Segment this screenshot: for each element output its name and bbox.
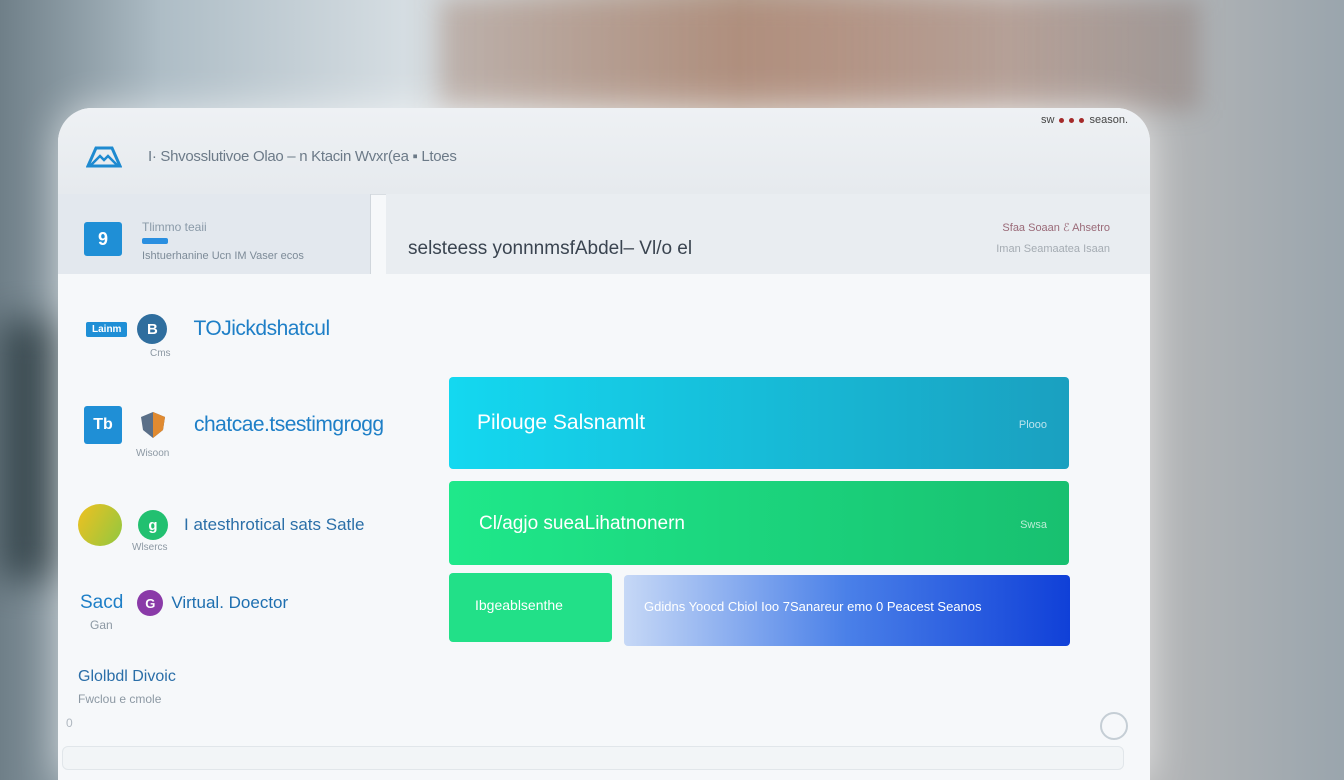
nav-item-dashboard[interactable]: Lainm B TOJickdshatcul <box>86 314 330 344</box>
footer-title[interactable]: Glolbdl Divoic <box>78 668 176 686</box>
nav-caption: Wisoon <box>136 448 170 459</box>
card-label: Pilouge Salsnamlt <box>477 411 646 434</box>
profile-tag <box>142 238 168 244</box>
title-bar: I· Shvosslutivoe Olao – n Ktacin Wvxr(ea… <box>58 108 1150 195</box>
search-icon[interactable] <box>1100 712 1128 740</box>
nav-pill: Lainm <box>86 321 128 337</box>
status-dot-icon <box>1079 117 1085 123</box>
nav-item-testing[interactable]: Tb chatcae.tsestimgrogg <box>84 406 384 444</box>
nav-caption: Cms <box>150 348 171 359</box>
search-bar[interactable]: selsteess yonnnmsfAbdel– Vl/o el Sfaa So… <box>386 194 1150 274</box>
nav-label: I atesthrotical sats Satle <box>184 515 365 534</box>
nav-caption: Wlsercs <box>132 542 168 553</box>
nav-caption: Gan <box>90 618 113 632</box>
status-text-left: sw <box>1041 114 1055 126</box>
status-area: sw season. <box>1041 114 1128 126</box>
card-wide[interactable]: Gdidns Yoocd Cbiol Ioo 7Sanareur emo 0 P… <box>624 575 1070 646</box>
nav-lead: Sacd <box>80 592 124 613</box>
nav-label: Virtual. Doector <box>171 593 289 612</box>
card-meta: Swsa <box>1020 519 1047 531</box>
app-logo-icon[interactable] <box>86 144 122 168</box>
search-meta-row: Sfaa Soaan ℰ Ahsetro <box>1002 222 1110 234</box>
status-orb-icon <box>78 504 122 546</box>
nav-badge: Tb <box>84 406 122 444</box>
search-query[interactable]: selsteess yonnnmsfAbdel– Vl/o el <box>408 238 692 260</box>
shield-icon <box>141 412 165 438</box>
nav-avatar-icon: G <box>137 590 164 616</box>
app-window: I· Shvosslutivoe Olao – n Ktacin Wvxr(ea… <box>58 108 1150 780</box>
profile-subtitle: Ishtuerhanine Ucn IM Vaser ecos <box>142 250 304 262</box>
card-primary[interactable]: Pilouge Salsnamlt Plooo <box>449 377 1069 469</box>
card-label: Gdidns Yoocd Cbiol Ioo 7Sanareur emo 0 P… <box>644 599 982 614</box>
profile-panel[interactable]: 9 Tlimmo teaii Ishtuerhanine Ucn IM Vase… <box>58 194 371 274</box>
status-dot-icon <box>1069 117 1075 123</box>
card-small[interactable]: Ibgeablsenthe <box>449 573 612 642</box>
nav-label: chatcae.tsestimgrogg <box>194 413 384 436</box>
background-glow <box>440 0 1200 110</box>
card-label: Cl/agjo sueaLihatnonern <box>479 513 685 534</box>
window-title: I· Shvosslutivoe Olao – n Ktacin Wvxr(ea… <box>148 148 457 165</box>
status-text-right: season. <box>1089 114 1128 126</box>
profile-badge: 9 <box>84 222 122 256</box>
card-meta: Plooo <box>1018 419 1047 431</box>
footer-subtitle: Fwclou e cmole <box>78 692 162 706</box>
search-meta: Sfaa Soaan ℰ Ahsetro Iman Seamaatea Isaa… <box>996 218 1110 260</box>
card-secondary[interactable]: Cl/agjo sueaLihatnonern Swsa <box>449 481 1069 565</box>
status-dot-icon <box>1059 117 1065 123</box>
nav-item-virtual-doctor[interactable]: Sacd G Virtual. Doector <box>80 590 288 616</box>
nav-item-statistics[interactable]: g I atesthrotical sats Satle <box>78 504 364 546</box>
nav-label: TOJickdshatcul <box>193 317 330 340</box>
bottom-bar[interactable] <box>62 746 1124 770</box>
profile-name: Tlimmo teaii <box>142 220 207 234</box>
nav-avatar-icon: g <box>138 510 168 540</box>
search-meta-row: Iman Seamaatea Isaan <box>996 243 1110 255</box>
nav-avatar-icon: B <box>137 314 168 344</box>
card-label: Ibgeablsenthe <box>475 597 563 613</box>
footer-counter: 0 <box>66 716 73 730</box>
